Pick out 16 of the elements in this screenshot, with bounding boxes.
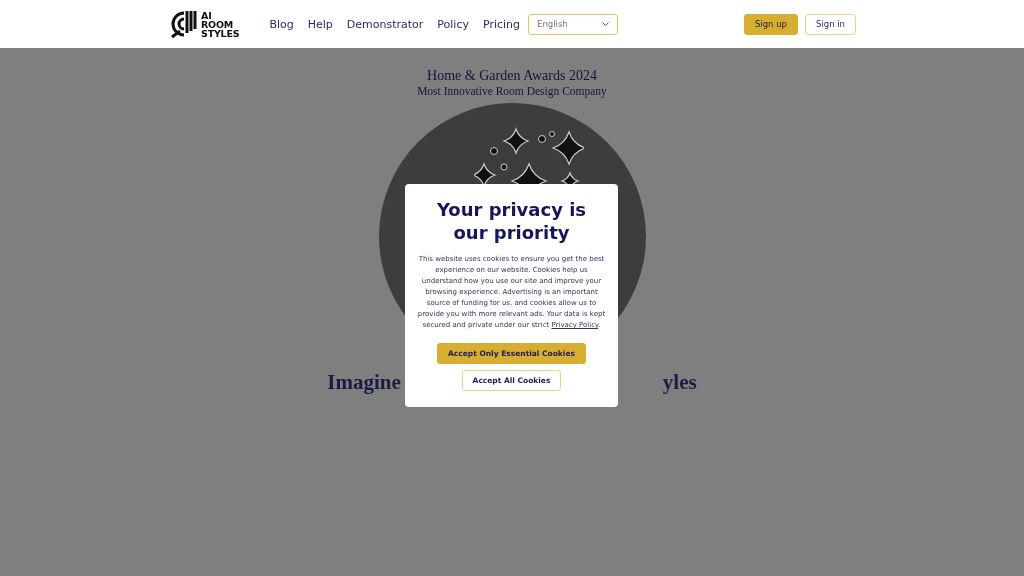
logo-text[interactable]: AI ROOM STYLES bbox=[201, 10, 240, 38]
language-select[interactable]: English bbox=[528, 13, 619, 35]
nav-link[interactable]: Demonstrator bbox=[346, 17, 424, 31]
sign-up-button[interactable]: Sign up bbox=[743, 13, 798, 35]
award-subtitle: Most Innovative Room Design Company bbox=[417, 85, 607, 97]
nav-link[interactable]: Blog bbox=[269, 17, 294, 31]
chevron-down-icon bbox=[602, 22, 610, 26]
logo-icon bbox=[170, 9, 198, 39]
nav-link[interactable]: Policy bbox=[437, 17, 469, 31]
dialog-title: Your privacy is our priority bbox=[435, 198, 588, 244]
award-title: Home & Garden Awards 2024 bbox=[427, 68, 597, 84]
headline-text: Imagine bbox=[327, 370, 401, 395]
headline-text: yles bbox=[662, 370, 697, 395]
nav-link[interactable]: Help bbox=[307, 17, 333, 31]
sign-in-button[interactable]: Sign in bbox=[805, 13, 856, 35]
nav-link[interactable]: Pricing bbox=[483, 17, 521, 31]
